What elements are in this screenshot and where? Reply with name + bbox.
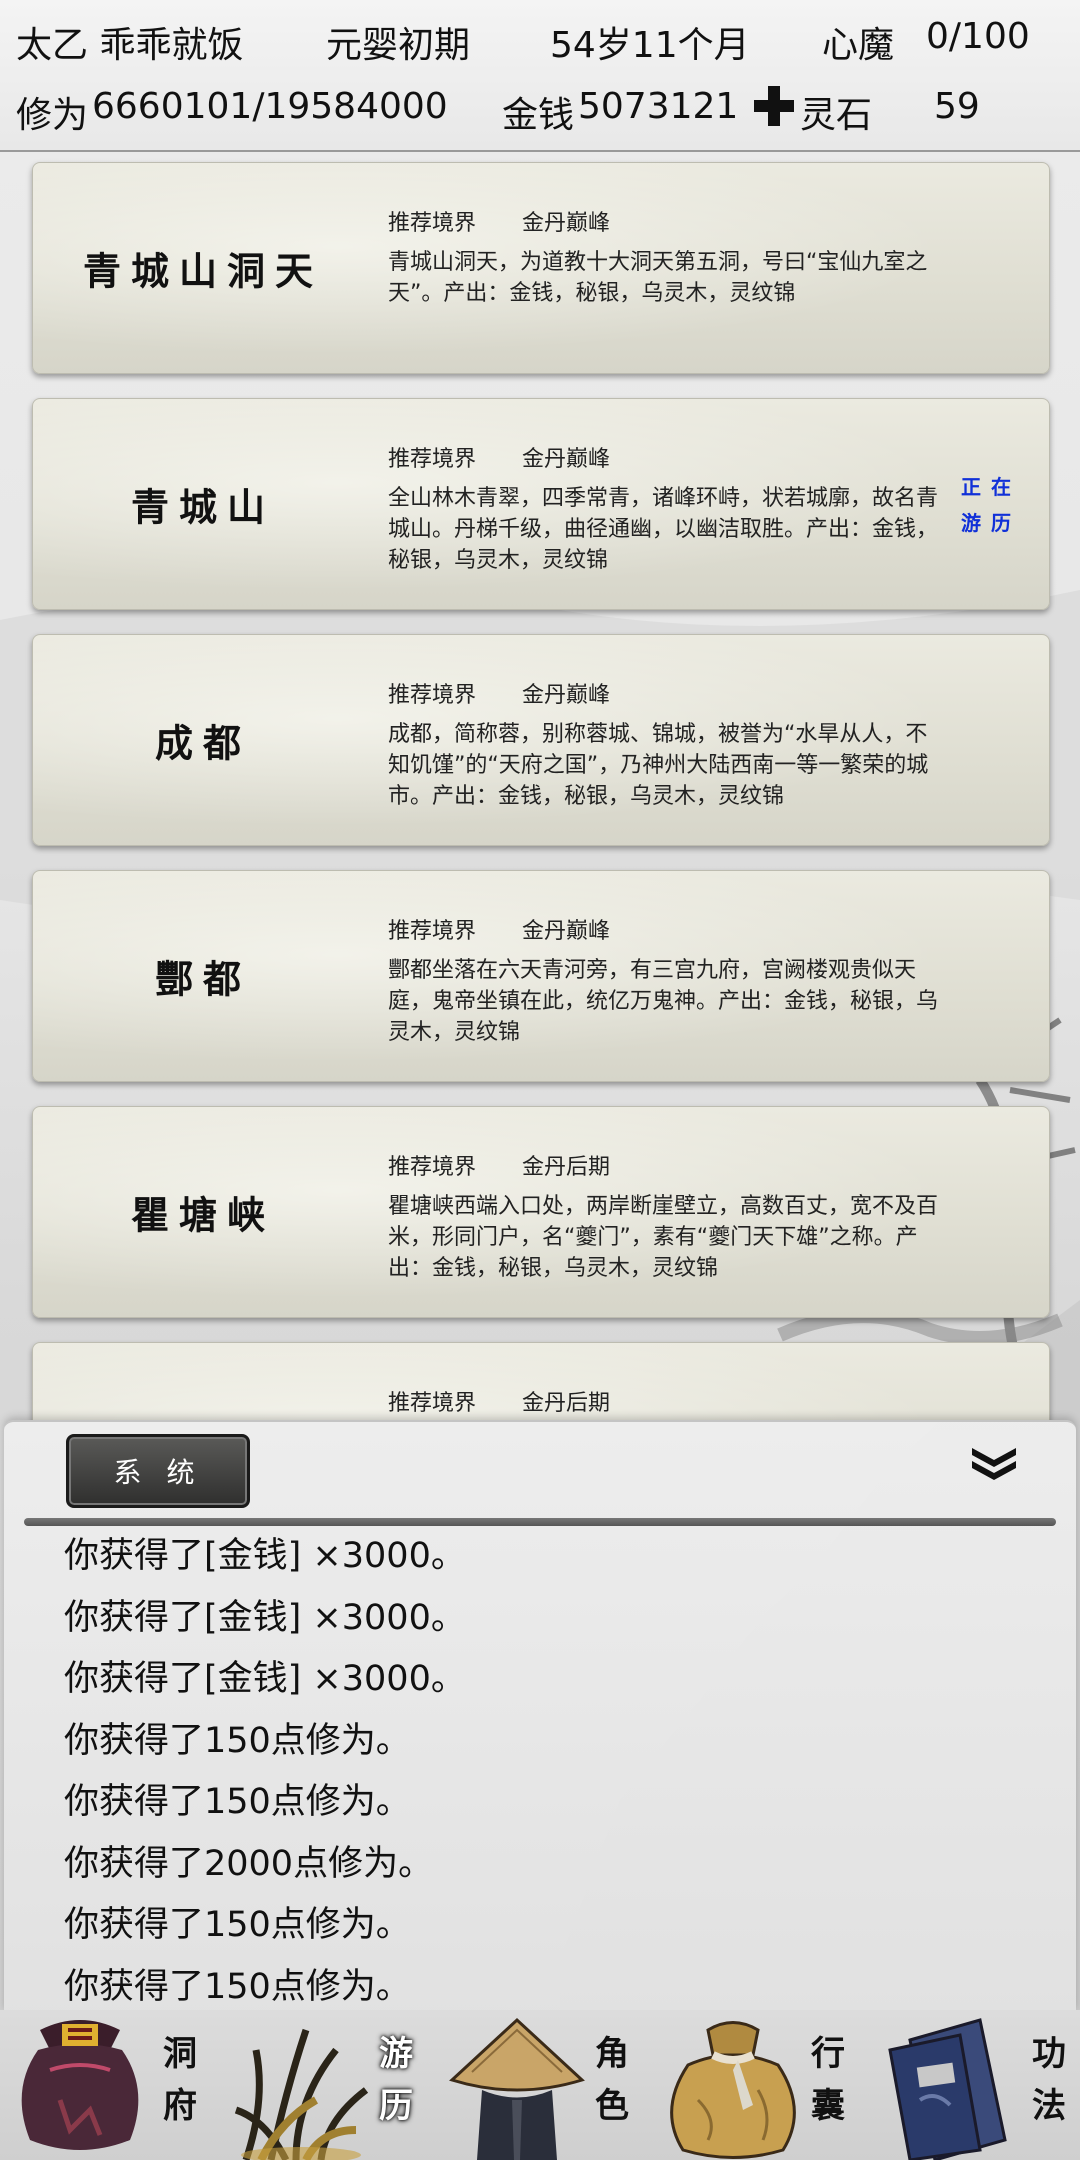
character-name: 太乙 乖乖就饭 [16,25,244,66]
nav-gongfa[interactable]: 功法 [864,2010,1080,2160]
plus-cross-icon [754,86,794,126]
log-message: 你获得了2000点修为。 [64,1843,434,1884]
realm-text: 元婴初期 [326,25,471,66]
recommend-label: 推荐境界 [388,919,477,944]
location-name: 青城山洞天 [82,248,323,294]
money-bag-icon [21,2020,139,2150]
location-name: 酆都 [154,956,251,1002]
nav-juese[interactable]: 角色 [432,2010,648,2160]
age-text: 54岁11个月 [550,25,750,66]
recommend-value: 金丹巅峰 [522,919,611,944]
location-name: 成都 [154,720,251,766]
recommend-realm: 推荐境界 金丹后期 [388,1385,610,1417]
recommend-label: 推荐境界 [388,683,477,708]
location-card-partial[interactable]: 推荐境界 金丹后期 [32,1342,1050,1420]
recommend-realm: 推荐境界 金丹后期 [388,1149,610,1181]
recommend-label: 推荐境界 [388,1155,477,1180]
cultivation-value: 6660101/19584000 [92,86,448,127]
location-description: 青城山洞天，为道教十大洞天第五洞，号曰“宝仙九室之天”。产出：金钱，秘银，乌灵木… [388,250,928,306]
traveling-status: 正在游历 [961,475,1021,535]
nav-dongfu[interactable]: 洞府 [0,2010,216,2160]
sack-icon [670,2021,796,2159]
location-card-fengdu[interactable]: 酆都 推荐境界 金丹巅峰 酆都坐落在六天青河旁，有三宫九府，宫阙楼观贵似天庭，鬼帝… [32,870,1050,1082]
nav-xingnang[interactable]: 行囊 [648,2010,864,2160]
nav-label: 角色 [595,2034,629,2126]
location-card-qingchengshan[interactable]: 青城山 推荐境界 金丹巅峰 全山林木青翠，四季常青，诸峰环峙，状若城廓，故名青城山… [32,398,1050,610]
recommend-value: 金丹巅峰 [522,211,611,236]
stone-label: 灵石 [800,95,873,136]
log-message: 你获得了[金钱] ×3000。 [64,1536,466,1576]
location-card-qingchengshan-dongtian[interactable]: 青城山洞天 推荐境界 金丹巅峰 青城山洞天，为道教十大洞天第五洞，号曰“宝仙九室之… [32,162,1050,374]
location-name: 青城山 [130,484,275,530]
demon-value: 0/100 [926,16,1030,57]
recommend-realm: 推荐境界 金丹巅峰 [388,913,610,945]
log-message: 你获得了150点修为。 [64,1782,411,1822]
system-message-panel: 系 统 你获得了[金钱] ×3000。 你获得了[金钱] ×3000。 你获得了… [4,1420,1076,2012]
recommend-value: 金丹巅峰 [522,447,611,472]
money-value: 5073121 [578,86,739,127]
nav-label: 功法 [1032,2034,1066,2126]
recommend-realm: 推荐境界 金丹巅峰 [388,677,610,709]
location-description: 瞿塘峡西端入口处，两岸断崖壁立，高数百丈，宽不及百米，形同门户，名“夔门”，素有… [388,1194,939,1281]
recommend-value: 金丹巅峰 [522,683,611,708]
straw-hat-icon [449,2017,585,2160]
panel-divider [24,1518,1056,1526]
recommend-label: 推荐境界 [388,211,477,236]
nav-label: 游历 [379,2034,413,2126]
location-description: 全山林木青翠，四季常青，诸峰环峙，状若城廓，故名青城山。丹梯千级，曲径通幽，以幽… [388,486,939,573]
books-icon [888,2018,1007,2160]
bottom-nav: 洞府 游历 角色 行囊 功法 [0,2010,1080,2160]
message-log: 你获得了[金钱] ×3000。 你获得了[金钱] ×3000。 你获得了[金钱]… [64,1526,1044,2012]
log-message: 你获得了[金钱] ×3000。 [64,1659,466,1699]
location-card-qutangxia[interactable]: 瞿塘峡 推荐境界 金丹后期 瞿塘峡西端入口处，两岸断崖壁立，高数百丈，宽不及百米，… [32,1106,1050,1318]
status-header: 太乙 乖乖就饭 元婴初期 54岁11个月 心魔 0/100 修为 6660101… [0,0,1080,152]
cultivation-label: 修为 [16,95,89,136]
location-name: 瞿塘峡 [130,1192,275,1238]
recommend-value: 金丹后期 [522,1155,611,1180]
nav-youli[interactable]: 游历 [216,2010,432,2160]
system-tab[interactable]: 系 统 [66,1434,250,1508]
demon-label: 心魔 [822,25,895,66]
log-message: 你获得了150点修为。 [64,1905,411,1945]
location-card-chengdu[interactable]: 成都 推荐境界 金丹巅峰 成都，简称蓉，别称蓉城、锦城，被誉为“水旱从人，不知饥馑… [32,634,1050,846]
recommend-value: 金丹后期 [522,1391,611,1416]
stone-value: 59 [934,86,980,127]
recommend-label: 推荐境界 [388,447,477,472]
grass-icon [234,2028,369,2160]
location-list: 青城山洞天 推荐境界 金丹巅峰 青城山洞天，为道教十大洞天第五洞，号曰“宝仙九室之… [0,150,1080,1420]
recommend-realm: 推荐境界 金丹巅峰 [388,205,610,237]
location-description: 酆都坐落在六天青河旁，有三宫九府，宫阙楼观贵似天庭，鬼帝坐镇在此，统亿万鬼神。产… [388,958,939,1045]
recommend-label: 推荐境界 [388,1391,477,1416]
nav-label: 行囊 [811,2034,845,2126]
log-message: 你获得了150点修为。 [64,1966,411,2007]
location-description: 成都，简称蓉，别称蓉城、锦城，被誉为“水旱从人，不知饥馑”的“天府之国”，乃神州… [388,722,929,809]
log-message: 你获得了150点修为。 [64,1720,411,1761]
nav-label: 洞府 [163,2034,197,2126]
recommend-realm: 推荐境界 金丹巅峰 [388,441,610,473]
log-message: 你获得了[金钱] ×3000。 [64,1597,466,1638]
money-label: 金钱 [502,95,575,136]
double-chevron-down-icon[interactable] [966,1444,1022,1484]
